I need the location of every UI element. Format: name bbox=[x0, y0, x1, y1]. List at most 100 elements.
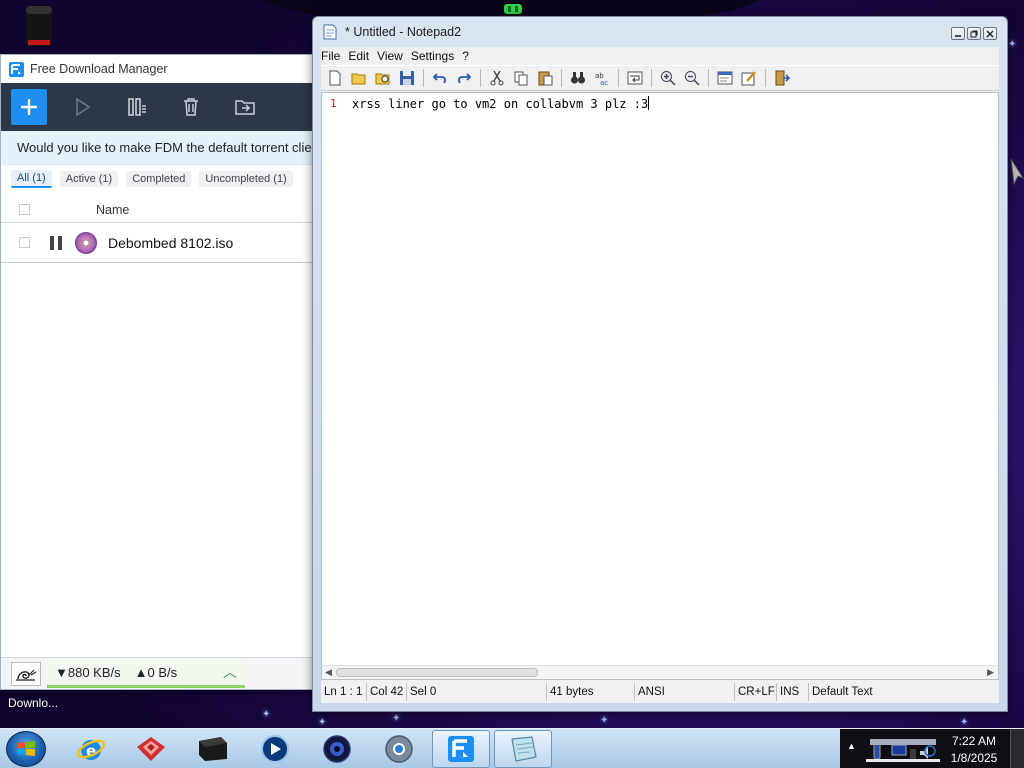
column-name-header[interactable]: Name bbox=[96, 203, 129, 217]
redo-button[interactable] bbox=[454, 69, 474, 87]
taskbar-notepad2[interactable] bbox=[494, 730, 552, 768]
minimize-icon bbox=[955, 34, 961, 37]
cut-button[interactable] bbox=[487, 69, 507, 87]
table-row[interactable]: Debombed 8102.iso bbox=[1, 223, 317, 263]
status-line-ending[interactable]: CR+LF bbox=[735, 683, 777, 701]
show-desktop-button[interactable] bbox=[1010, 729, 1024, 768]
dark-globe-icon bbox=[323, 735, 351, 763]
minimize-button[interactable] bbox=[951, 27, 965, 40]
trash-icon bbox=[184, 98, 198, 116]
menu-view[interactable]: View bbox=[377, 49, 409, 63]
menu-edit[interactable]: Edit bbox=[348, 49, 375, 63]
new-file-icon bbox=[329, 70, 341, 86]
replace-button[interactable]: ab ac bbox=[592, 69, 612, 87]
sparkle-icon: ✦ bbox=[262, 709, 271, 720]
find-button[interactable] bbox=[568, 69, 588, 87]
windows-logo-icon bbox=[17, 741, 35, 756]
redo-icon bbox=[458, 73, 472, 84]
status-encoding[interactable]: ANSI bbox=[635, 683, 735, 701]
pause-all-button[interactable] bbox=[119, 89, 155, 125]
restore-button[interactable] bbox=[967, 27, 981, 40]
paste-button[interactable] bbox=[535, 69, 555, 87]
tab-active[interactable]: Active (1) bbox=[59, 171, 119, 187]
disc-image-icon bbox=[75, 231, 97, 254]
speed-indicator[interactable]: ▼880 KB/s ▲0 B/s ︿ bbox=[47, 659, 245, 688]
select-all-checkbox[interactable] bbox=[19, 204, 30, 215]
tab-completed[interactable]: Completed bbox=[126, 171, 192, 187]
taskbar-media-player[interactable] bbox=[246, 730, 304, 768]
play-icon bbox=[76, 97, 91, 117]
scrollbar-thumb[interactable] bbox=[336, 668, 538, 677]
menu-file[interactable]: File bbox=[321, 49, 346, 63]
text-editor[interactable]: 1 xrss liner go to vm2 on collabvm 3 plz… bbox=[321, 92, 999, 680]
status-scheme[interactable]: Default Text bbox=[809, 683, 979, 701]
exit-button[interactable] bbox=[772, 69, 792, 87]
toolbar-separator bbox=[561, 69, 562, 87]
fdm-taskbar-icon bbox=[448, 736, 474, 762]
clock-time: 7:22 AM bbox=[951, 734, 997, 748]
show-hidden-icons-icon[interactable]: ▲ bbox=[847, 741, 856, 751]
start-button[interactable] bbox=[6, 731, 46, 767]
replace-icon: abac bbox=[595, 72, 608, 86]
fdm-title-bar[interactable]: Free Download Manager bbox=[1, 55, 317, 83]
default-client-banner[interactable]: Would you like to make FDM the default t… bbox=[1, 131, 317, 165]
editor-text[interactable]: xrss liner go to vm2 on collabvm 3 plz :… bbox=[352, 96, 650, 111]
scheme-icon bbox=[717, 71, 733, 85]
undo-button[interactable] bbox=[430, 69, 450, 87]
notepad2-taskbar-icon bbox=[511, 736, 537, 762]
copy-button[interactable] bbox=[511, 69, 531, 87]
scheme-button[interactable] bbox=[715, 69, 735, 87]
system-clock[interactable]: 7:22 AM 1/8/2025 bbox=[944, 733, 1004, 767]
chrome-icon bbox=[385, 735, 413, 763]
tab-uncompleted[interactable]: Uncompleted (1) bbox=[199, 171, 293, 187]
zoom-out-button[interactable] bbox=[682, 69, 702, 87]
taskbar-terminal-app[interactable] bbox=[184, 730, 242, 768]
taskbar-tooltip: Downlo... bbox=[8, 696, 59, 710]
clock-date: 1/8/2025 bbox=[950, 751, 998, 765]
pause-icon[interactable] bbox=[50, 235, 62, 250]
resume-button[interactable] bbox=[65, 89, 101, 125]
tab-all[interactable]: All (1) bbox=[11, 170, 52, 188]
close-icon bbox=[986, 30, 994, 37]
word-wrap-button[interactable] bbox=[625, 69, 645, 87]
browse-button[interactable] bbox=[373, 69, 393, 87]
toolbar-separator bbox=[480, 69, 481, 87]
plus-icon bbox=[21, 99, 37, 115]
delete-button[interactable] bbox=[173, 89, 209, 125]
zoom-out-icon bbox=[685, 71, 700, 86]
status-mode: INS bbox=[777, 683, 809, 701]
status-selection: Sel 0 bbox=[407, 683, 547, 701]
toolbar-separator bbox=[651, 69, 652, 87]
sparkle-icon: ✦ bbox=[1008, 39, 1017, 50]
fdm-status-bar: ▼880 KB/s ▲0 B/s ︿ bbox=[1, 657, 317, 689]
new-button[interactable] bbox=[325, 69, 345, 87]
chevron-up-icon[interactable]: ︿ bbox=[223, 662, 237, 682]
speed-mode-button[interactable] bbox=[11, 661, 41, 686]
taskbar-chrome-app[interactable] bbox=[370, 730, 428, 768]
tray-status-icons[interactable] bbox=[866, 737, 940, 763]
upload-speed: ▲0 B/s bbox=[134, 664, 178, 680]
notepad-title-bar[interactable]: * Untitled - Notepad2 bbox=[313, 17, 1007, 47]
scroll-left-icon[interactable]: ◀ bbox=[325, 667, 332, 678]
save-button[interactable] bbox=[397, 69, 417, 87]
zoom-in-button[interactable] bbox=[658, 69, 678, 87]
taskbar-internet-explorer[interactable]: e bbox=[62, 730, 120, 768]
move-to-button[interactable] bbox=[227, 89, 263, 125]
open-button[interactable] bbox=[349, 69, 369, 87]
row-checkbox[interactable] bbox=[19, 237, 30, 248]
menu-settings[interactable]: Settings bbox=[411, 49, 460, 63]
taskbar-free-download-manager[interactable] bbox=[432, 730, 490, 768]
horizontal-scrollbar[interactable]: ◀ ▶ bbox=[322, 665, 998, 679]
open-folder-icon bbox=[351, 73, 366, 85]
media-player-icon bbox=[261, 735, 289, 763]
customize-scheme-button[interactable] bbox=[739, 69, 759, 87]
scroll-right-icon[interactable]: ▶ bbox=[987, 667, 994, 678]
desktop-shortcut-icon[interactable] bbox=[22, 4, 56, 50]
taskbar-flowers-app[interactable] bbox=[122, 730, 180, 768]
word-wrap-icon bbox=[627, 71, 643, 85]
taskbar-browser-app[interactable] bbox=[308, 730, 366, 768]
move-folder-icon bbox=[235, 100, 255, 115]
menu-help[interactable]: ? bbox=[462, 49, 475, 63]
close-button[interactable] bbox=[983, 27, 997, 40]
add-download-button[interactable] bbox=[11, 89, 47, 125]
